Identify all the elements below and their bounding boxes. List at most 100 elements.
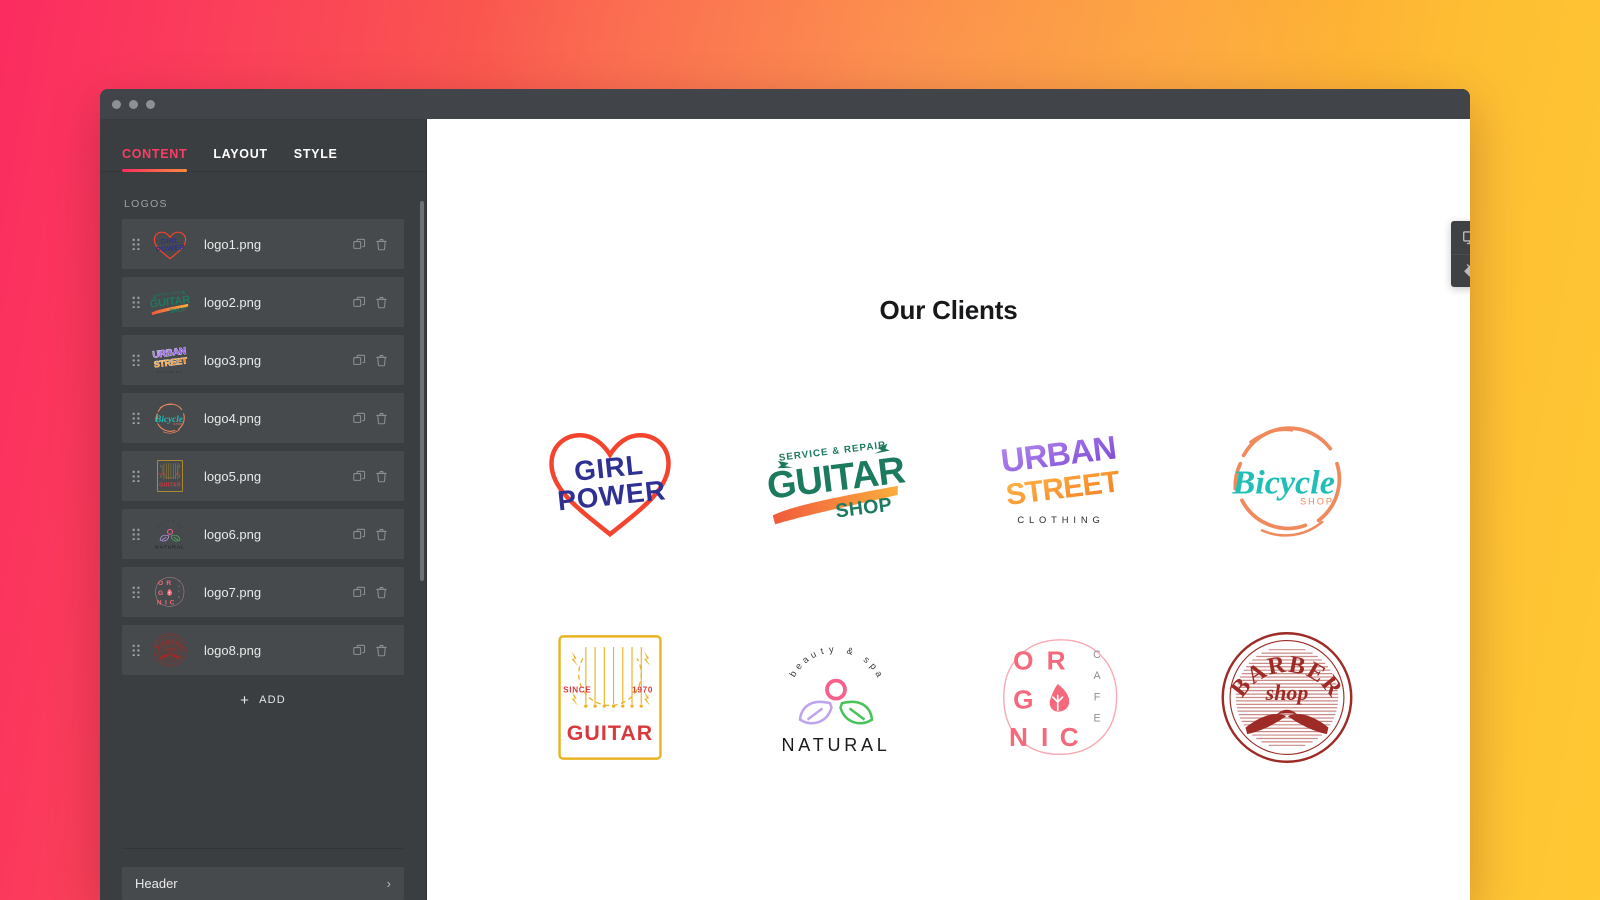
drag-handle[interactable]: [130, 238, 142, 250]
tab-layout[interactable]: LAYOUT: [213, 147, 267, 172]
svg-text:s: s: [861, 654, 871, 665]
client-logo-guitar-1970: SINCE 1970 GUITAR: [535, 630, 685, 765]
background-fill-button[interactable]: [1451, 254, 1470, 287]
client-logo-cell[interactable]: SINCE 1970 GUITAR: [497, 588, 723, 806]
logo-list-item[interactable]: beauty & spa NATURAL logo6.png: [122, 509, 404, 559]
delete-button[interactable]: [370, 349, 392, 371]
logo-list-item[interactable]: O R G N I C CAFE logo7.png: [122, 567, 404, 617]
drag-handle[interactable]: [130, 296, 142, 308]
logo-organic-cafe: O R G N I C CAFE: [155, 577, 185, 607]
tab-style[interactable]: STYLE: [294, 147, 338, 172]
svg-text:NATURAL: NATURAL: [781, 735, 890, 755]
duplicate-icon: [352, 354, 365, 365]
delete-button[interactable]: [370, 407, 392, 429]
svg-text:a: a: [800, 653, 811, 665]
sidebar-scrollbar[interactable]: [420, 201, 424, 581]
drag-handle-icon[interactable]: [132, 238, 140, 250]
client-logo-cell[interactable]: Bicycle SHOP: [1174, 370, 1400, 588]
svg-text:y: y: [168, 519, 170, 522]
delete-button[interactable]: [370, 523, 392, 545]
svg-text:I: I: [165, 599, 167, 606]
drag-handle[interactable]: [130, 644, 142, 656]
drag-handle-icon[interactable]: [132, 412, 140, 424]
svg-text:p: p: [868, 660, 879, 670]
delete-button[interactable]: [370, 291, 392, 313]
svg-text:O: O: [1014, 645, 1034, 675]
desktop-preview-icon: [1462, 231, 1470, 245]
logo-bicycle-shop: Bicycle SHOP: [154, 403, 185, 434]
logo-list-item[interactable]: URBAN STREET CLOTHING logo3.png: [122, 335, 404, 385]
drag-handle[interactable]: [130, 528, 142, 540]
svg-text:shop: shop: [1265, 679, 1309, 704]
window-minimize-button[interactable]: [129, 99, 138, 109]
sidebar-item-header[interactable]: Header ›: [122, 867, 404, 900]
svg-text:u: u: [808, 648, 817, 659]
duplicate-button[interactable]: [348, 639, 370, 661]
delete-button[interactable]: [370, 581, 392, 603]
client-logo-cell[interactable]: beauty & spa NATURAL: [723, 588, 949, 806]
logo-list-item[interactable]: GIRL POWER logo1.png: [122, 219, 404, 269]
svg-text:&: &: [172, 519, 175, 523]
duplicate-icon: [352, 296, 365, 307]
logo-organic-cafe: O R G N I C CAFE: [1003, 638, 1118, 755]
client-logo-cell[interactable]: GIRL POWER: [497, 370, 723, 588]
window-body: CONTENT LAYOUT STYLE LOGOS GIRL POWER lo…: [100, 119, 1470, 900]
svg-text:CLOTHING: CLOTHING: [1018, 515, 1105, 525]
drag-handle[interactable]: [130, 586, 142, 598]
svg-text:R: R: [1047, 645, 1066, 675]
svg-text:t: t: [819, 645, 825, 655]
window-zoom-button[interactable]: [146, 99, 155, 109]
logo-list-item[interactable]: BARBER shop logo8.png: [122, 625, 404, 675]
client-logo-cell[interactable]: SERVICE & REPAIR GUITAR SHOP: [723, 370, 949, 588]
logo-natural-spa: beauty & spa NATURAL: [781, 644, 890, 755]
svg-text:I: I: [1041, 722, 1048, 752]
plus-icon: +: [240, 691, 251, 709]
drag-handle[interactable]: [130, 412, 142, 424]
client-logo-cell[interactable]: O R G N I C CAFE: [949, 588, 1175, 806]
drag-handle-icon[interactable]: [132, 528, 140, 540]
duplicate-button[interactable]: [348, 581, 370, 603]
duplicate-button[interactable]: [348, 291, 370, 313]
trash-icon: [375, 586, 387, 598]
svg-text:SINCE: SINCE: [563, 685, 591, 694]
delete-button[interactable]: [370, 465, 392, 487]
duplicate-button[interactable]: [348, 233, 370, 255]
client-logo-cell[interactable]: BARBER shop: [1174, 588, 1400, 806]
drag-handle[interactable]: [130, 470, 142, 482]
tab-content[interactable]: CONTENT: [122, 147, 188, 172]
add-logo-button[interactable]: + ADD: [122, 683, 404, 717]
logo-list-item[interactable]: SINCE 1970 GUITAR logo5.png: [122, 451, 404, 501]
drag-handle-icon[interactable]: [132, 354, 140, 366]
editor-sidebar: CONTENT LAYOUT STYLE LOGOS GIRL POWER lo…: [100, 119, 427, 900]
logo-file-name: logo3.png: [204, 352, 262, 368]
window-titlebar: [100, 89, 1470, 119]
logo-file-name: logo4.png: [204, 410, 262, 426]
duplicate-button[interactable]: [348, 349, 370, 371]
svg-text:shop: shop: [164, 647, 176, 653]
duplicate-icon: [352, 238, 365, 249]
delete-button[interactable]: [370, 639, 392, 661]
logo-girl-power: GIRL POWER: [153, 231, 187, 260]
drag-handle-icon[interactable]: [132, 296, 140, 308]
duplicate-button[interactable]: [348, 465, 370, 487]
floating-toolbar: [1451, 221, 1470, 287]
window-close-button[interactable]: [112, 99, 121, 109]
delete-button[interactable]: [370, 233, 392, 255]
drag-handle[interactable]: [130, 354, 142, 366]
chevron-right-icon: ›: [386, 876, 391, 891]
preview-device-button[interactable]: [1451, 221, 1470, 254]
client-logo-girl-power: GIRL POWER: [535, 412, 685, 547]
drag-handle-icon[interactable]: [132, 644, 140, 656]
drag-handle-icon[interactable]: [132, 586, 140, 598]
logo-natural-spa: beauty & spa NATURAL: [155, 519, 184, 551]
duplicate-icon: [352, 528, 365, 539]
svg-text:A: A: [178, 584, 180, 588]
client-logo-cell[interactable]: URBAN STREET CLOTHING: [949, 370, 1175, 588]
drag-handle-icon[interactable]: [132, 470, 140, 482]
logo-list-item[interactable]: Bicycle SHOP logo4.png: [122, 393, 404, 443]
logo-thumbnail: O R G N I C CAFE: [148, 575, 192, 609]
logo-list-item[interactable]: SERVICE & REPAIR GUITAR SHOP logo2.png: [122, 277, 404, 327]
duplicate-button[interactable]: [348, 523, 370, 545]
duplicate-button[interactable]: [348, 407, 370, 429]
trash-icon: [375, 644, 387, 656]
